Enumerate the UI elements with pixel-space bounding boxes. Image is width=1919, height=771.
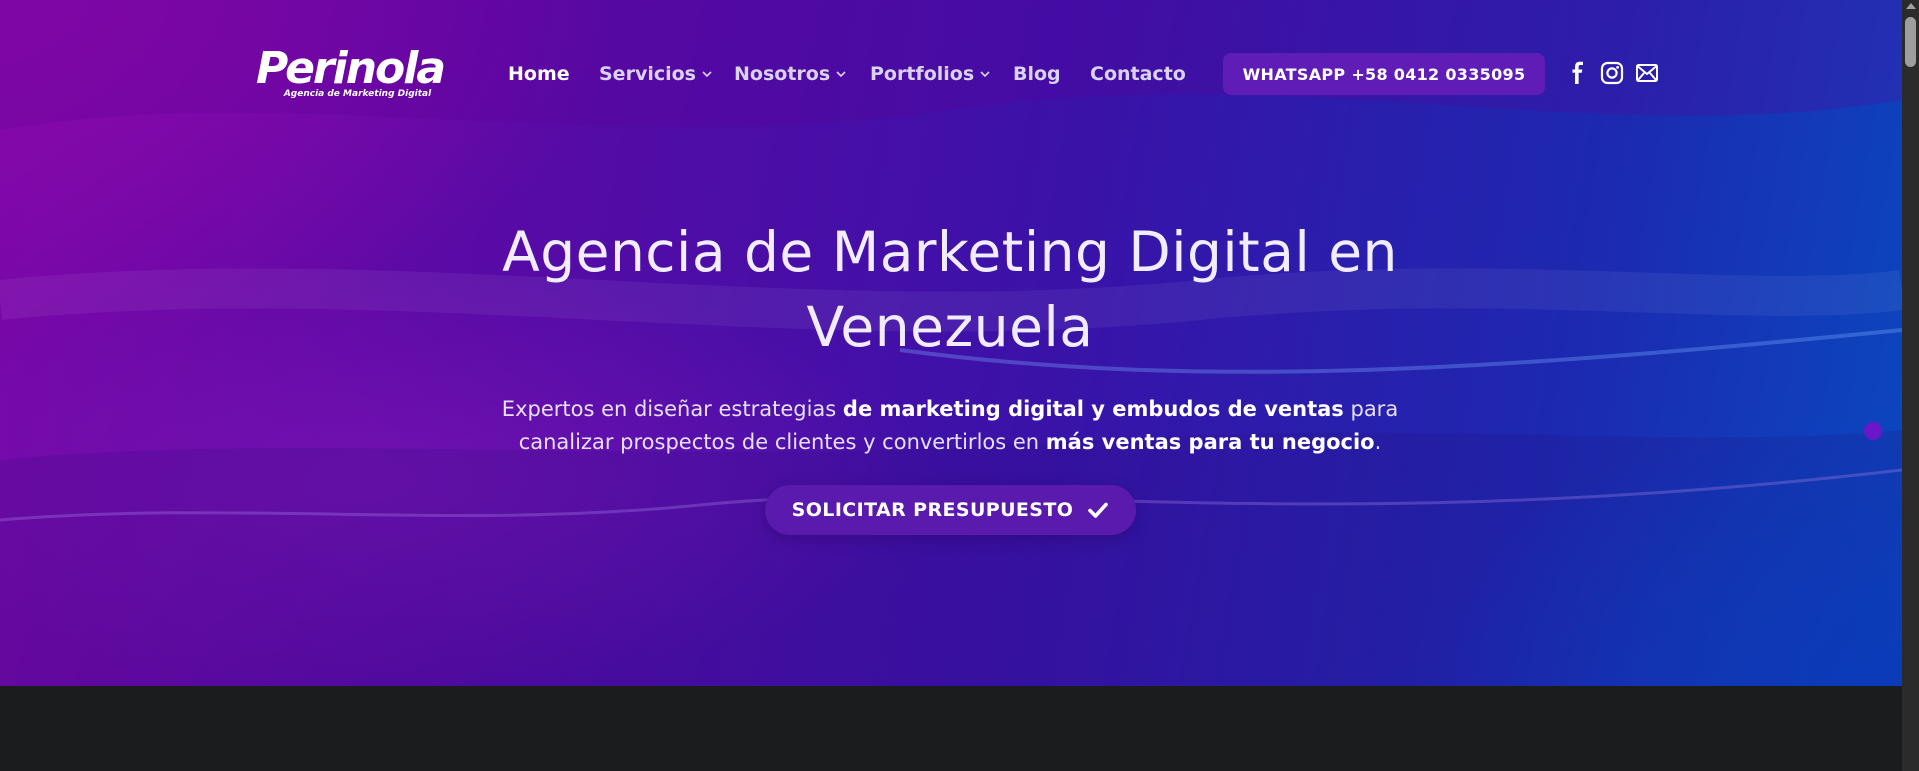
chevron-down-icon (980, 71, 990, 78)
chevron-down-icon (836, 71, 846, 78)
scrollbar-thumb[interactable] (1905, 17, 1916, 67)
hero-headline-line2: Venezuela (806, 295, 1094, 359)
page-scrollbar[interactable] (1902, 0, 1919, 771)
dark-section (0, 686, 1902, 771)
nav-servicios[interactable]: Servicios (599, 60, 713, 88)
subtitle-bold: más ventas para tu negocio (1045, 430, 1375, 454)
chevron-down-icon (702, 71, 712, 78)
nav-servicios-label: Servicios (599, 63, 696, 85)
nav-nosotros[interactable]: Nosotros (734, 60, 847, 88)
email-icon[interactable] (1635, 61, 1659, 85)
hero-section: Perinola Agencia de Marketing Digital Ho… (0, 0, 1902, 686)
nav-home[interactable]: Home (508, 60, 570, 88)
request-quote-label: SOLICITAR PRESUPUESTO (791, 499, 1074, 521)
nav-contacto-label: Contacto (1090, 63, 1186, 85)
request-quote-button[interactable]: SOLICITAR PRESUPUESTO (765, 485, 1136, 535)
whatsapp-button[interactable]: WHATSAPP +58 0412 0335095 (1223, 53, 1545, 95)
checkmark-icon (1088, 502, 1109, 518)
facebook-icon[interactable] (1566, 61, 1590, 85)
hero-subtitle: Expertos en diseñar estrategias de marke… (480, 393, 1420, 459)
floating-dot-button[interactable] (1864, 422, 1882, 440)
site-logo[interactable]: Perinola Agencia de Marketing Digital (256, 44, 446, 104)
scroll-up-arrow-icon[interactable] (1906, 3, 1916, 9)
hero-headline: Agencia de Marketing Digital en Venezuel… (440, 215, 1460, 365)
nav-portfolios[interactable]: Portfolios (870, 60, 991, 88)
nav-home-label: Home (508, 63, 570, 85)
browser-viewport: Perinola Agencia de Marketing Digital Ho… (0, 0, 1902, 771)
instagram-icon[interactable] (1600, 61, 1624, 85)
nav-nosotros-label: Nosotros (734, 63, 831, 85)
subtitle-text: Expertos en diseñar estrategias (501, 397, 843, 421)
nav-portfolios-label: Portfolios (870, 63, 975, 85)
nav-contacto[interactable]: Contacto (1090, 60, 1186, 88)
subtitle-text: . (1374, 430, 1382, 454)
nav-blog-label: Blog (1013, 63, 1061, 85)
nav-blog[interactable]: Blog (1013, 60, 1061, 88)
subtitle-text: para (1343, 397, 1399, 421)
logo-tagline: Agencia de Marketing Digital (283, 89, 432, 99)
subtitle-bold: de marketing digital y embudos de ventas (842, 397, 1344, 421)
subtitle-text: canalizar prospectos de clientes y conve… (518, 430, 1046, 454)
hero-headline-line1: Agencia de Marketing Digital en (502, 220, 1398, 284)
logo-wordmark: Perinola (256, 43, 446, 94)
